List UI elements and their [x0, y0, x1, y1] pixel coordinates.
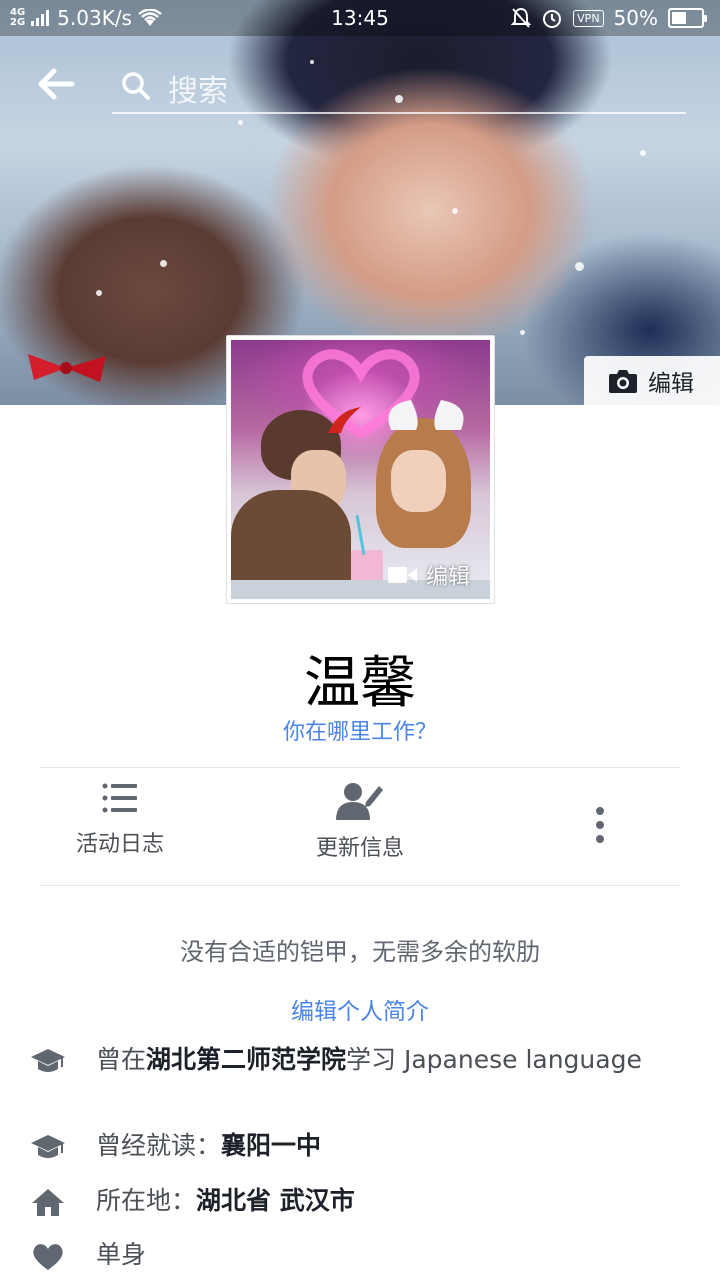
edit-avatar-button[interactable]: 编辑: [387, 559, 470, 591]
snow-speck: [452, 208, 458, 214]
education-university-text: 曾在湖北第二师范学院学习 Japanese language: [96, 1045, 642, 1074]
relationship-row[interactable]: 单身: [30, 1239, 690, 1271]
edit-profile-icon: [336, 783, 383, 820]
relationship-text: 单身: [96, 1240, 147, 1269]
education-school-row[interactable]: 曾经就读：襄阳一中: [30, 1130, 690, 1162]
back-arrow-icon[interactable]: [34, 62, 78, 106]
location-name: 湖北省 武汉市: [196, 1186, 355, 1215]
home-icon: [32, 1189, 64, 1216]
snow-speck: [575, 262, 584, 271]
snow-speck: [96, 290, 102, 296]
university-name: 湖北第二师范学院: [146, 1045, 347, 1074]
update-info-label: 更新信息: [315, 836, 404, 861]
education-university-row[interactable]: 曾在湖北第二师范学院学习 Japanese language: [30, 1044, 690, 1076]
heart-icon: [33, 1244, 63, 1270]
search-placeholder: 搜索: [168, 74, 228, 109]
profile-picture[interactable]: 编辑: [226, 335, 495, 604]
location-text: 所在地：湖北省 武汉市: [96, 1186, 355, 1215]
drink-straw: [355, 515, 366, 555]
add-workplace-link[interactable]: 你在哪里工作？: [0, 714, 720, 746]
status-bar: 4G 2G 5.03K/s 13:45 VPN 50%: [0, 0, 720, 36]
edit-cover-label: 编辑: [648, 370, 694, 397]
search-icon: [122, 72, 150, 100]
edit-cover-button[interactable]: 编辑: [584, 356, 720, 405]
snow-speck: [640, 150, 646, 156]
battery-percent: 50%: [613, 6, 658, 30]
video-camera-icon: [387, 567, 417, 583]
profile-name: 温馨: [304, 651, 416, 716]
education-school-text: 曾经就读：襄阳一中: [96, 1131, 322, 1160]
snow-speck: [238, 120, 243, 125]
divider: [40, 767, 680, 768]
bio-motto: 没有合适的铠甲，无需多余的软肋: [180, 938, 540, 966]
angel-wings-decoration: [388, 400, 464, 430]
profile-photo: 编辑: [231, 340, 490, 599]
divider: [40, 885, 680, 886]
edit-bio-link[interactable]: 编辑个人简介: [0, 992, 720, 1026]
graduation-cap-icon: [31, 1135, 65, 1158]
edit-avatar-label: 编辑: [425, 565, 470, 590]
list-icon: [102, 783, 137, 813]
school-name: 襄阳一中: [221, 1131, 322, 1160]
search-input[interactable]: 搜索: [112, 58, 686, 114]
graduation-cap-icon: [31, 1049, 65, 1072]
update-info-button[interactable]: 更新信息: [260, 780, 460, 862]
location-row[interactable]: 所在地：湖北省 武汉市: [30, 1185, 690, 1217]
activity-log-label: 活动日志: [75, 832, 164, 857]
hair-bow-decoration: [28, 354, 106, 382]
alarm-icon: [543, 10, 562, 28]
mute-bell-icon: [511, 7, 532, 28]
right-figure-face: [391, 450, 446, 512]
battery-icon: [668, 8, 707, 28]
activity-log-button[interactable]: 活动日志: [20, 780, 220, 858]
snow-speck: [160, 260, 167, 267]
snow-speck: [520, 330, 525, 335]
camera-icon: [609, 369, 637, 393]
vpn-badge: VPN: [573, 9, 604, 27]
devil-horn-decoration: [328, 407, 361, 433]
more-options-icon[interactable]: [580, 800, 620, 850]
